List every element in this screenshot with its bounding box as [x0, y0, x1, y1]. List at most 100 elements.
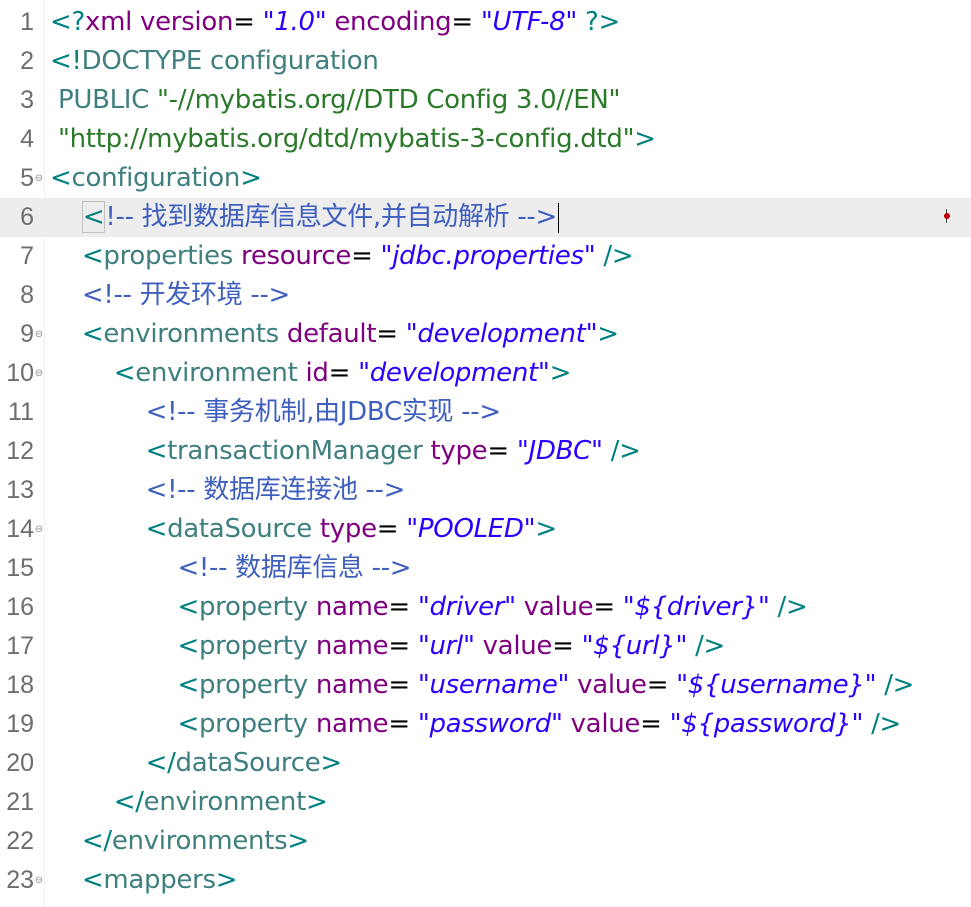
code-line[interactable]: 1 <?xml version= "1.0" encoding= "UTF-8" … [0, 3, 971, 42]
code-line[interactable]: 5 ⊖ <configuration> [0, 159, 971, 198]
code-line[interactable]: 18 <property name= "username" value= "${… [0, 666, 971, 705]
fold-toggle-icon[interactable]: ⊖ [34, 315, 44, 354]
code-text[interactable]: </environment> [50, 783, 328, 822]
code-text[interactable]: <configuration> [50, 159, 262, 198]
token-bracket: > [287, 826, 309, 856]
code-line[interactable]: 8 <!-- 开发环境 --> [0, 276, 971, 315]
code-text[interactable]: <!DOCTYPE configuration [50, 42, 379, 81]
token-val: "UTF-8" [480, 7, 577, 37]
code-line[interactable]: 19 <property name= "password" value= "${… [0, 705, 971, 744]
code-line[interactable]: 2 <!DOCTYPE configuration [0, 42, 971, 81]
token-comment: !-- 找到数据库信息文件,并自动解析 --> [105, 202, 557, 232]
code-text[interactable]: <?xml version= "1.0" encoding= "UTF-8" ?… [50, 3, 620, 42]
token-eq [569, 670, 577, 700]
code-line[interactable]: 11 <!-- 事务机制,由JDBC实现 --> [0, 393, 971, 432]
code-line[interactable]: 12 <transactionManager type= "JDBC" /> [0, 432, 971, 471]
token-eq: = [388, 592, 418, 622]
code-text[interactable]: "http://mybatis.org/dtd/mybatis-3-config… [50, 120, 656, 159]
token-pi: xml [85, 7, 141, 37]
line-number: 9 [20, 320, 34, 348]
code-line[interactable]: 15 <!-- 数据库信息 --> [0, 549, 971, 588]
code-text[interactable]: <!-- 数据库连接池 --> [50, 471, 406, 510]
code-text[interactable]: <environment id= "development"> [50, 354, 572, 393]
code-text[interactable]: <mappers> [50, 861, 238, 900]
code-text[interactable]: </dataSource> [50, 744, 343, 783]
fold-toggle-icon[interactable]: ⊖ [34, 159, 44, 198]
code-line[interactable]: 17 <property name= "url" value= "${url}"… [0, 627, 971, 666]
code-line[interactable]: 9 ⊖ <environments default= "development"> [0, 315, 971, 354]
token-eq [50, 592, 177, 622]
token-val: "POOLED" [406, 514, 536, 544]
xml-editor[interactable]: 1 <?xml version= "1.0" encoding= "UTF-8" … [0, 0, 971, 907]
token-eq [863, 709, 871, 739]
code-line[interactable]: 23 ⊖ <mappers> [0, 861, 971, 900]
code-text[interactable]: PUBLIC "-//mybatis.org//DTD Config 3.0//… [50, 81, 621, 120]
code-text[interactable]: <properties resource= "jdbc.properties" … [50, 237, 634, 276]
token-attr: version [140, 7, 234, 37]
fold-toggle-icon[interactable]: ⊖ [34, 354, 44, 393]
code-text[interactable]: <!-- 事务机制,由JDBC实现 --> [50, 393, 502, 432]
token-bracket: /> [871, 709, 902, 739]
code-line[interactable]: 20 </dataSource> [0, 744, 971, 783]
token-doctype: DOCTYPE configuration [81, 46, 379, 76]
token-tag: dataSource [175, 748, 321, 778]
code-text[interactable]: <environments default= "development"> [50, 315, 619, 354]
token-eq [50, 631, 177, 661]
token-tag: environments [103, 319, 287, 349]
token-tag: environments [111, 826, 288, 856]
code-text[interactable]: <!-- 开发环境 --> [50, 276, 290, 315]
code-text[interactable]: <property name= "url" value= "${url}" /> [50, 627, 725, 666]
token-eq: = [388, 670, 418, 700]
token-bracket: < [81, 865, 104, 895]
code-text[interactable]: <dataSource type= "POOLED"> [50, 510, 558, 549]
code-line[interactable]: 14 ⊖ <dataSource type= "POOLED"> [0, 510, 971, 549]
fold-toggle-icon[interactable]: ⊖ [34, 861, 44, 900]
code-text[interactable]: </environments> [50, 822, 309, 861]
token-eq: = [646, 670, 677, 700]
code-line[interactable]: 7 <properties resource= "jdbc.properties… [0, 237, 971, 276]
code-text[interactable]: <!-- 找到数据库信息文件,并自动解析 --> [50, 198, 559, 237]
token-tag: transactionManager [167, 436, 431, 466]
code-line[interactable]: 4 "http://mybatis.org/dtd/mybatis-3-conf… [0, 120, 971, 159]
code-line[interactable]: 16 <property name= "driver" value= "${dr… [0, 588, 971, 627]
token-tag: PUBLIC [50, 85, 157, 115]
token-val: "${password}" [669, 709, 864, 739]
token-eq: = [376, 319, 406, 349]
code-text[interactable]: <property name= "password" value= "${pas… [50, 705, 901, 744]
code-line[interactable]: 3 PUBLIC "-//mybatis.org//DTD Config 3.0… [0, 81, 971, 120]
line-number: 17 [6, 632, 34, 660]
code-text[interactable]: <property name= "driver" value= "${drive… [50, 588, 807, 627]
token-eq [50, 553, 177, 583]
code-text[interactable]: <property name= "username" value= "${use… [50, 666, 914, 705]
token-attr: encoding [334, 7, 452, 37]
token-eq: = [388, 631, 418, 661]
token-val: "url" [417, 631, 475, 661]
token-bracket: < [177, 592, 199, 622]
token-tag: dataSource [167, 514, 320, 544]
token-eq: = [451, 7, 481, 37]
token-eq [50, 280, 82, 310]
token-tag: environment [135, 358, 306, 388]
token-bracket: /> [777, 592, 808, 622]
token-eq [50, 826, 82, 856]
token-eq [475, 631, 483, 661]
breakpoint-marker-icon[interactable] [943, 209, 951, 223]
token-attr: value [482, 631, 553, 661]
code-line[interactable]: 13 <!-- 数据库连接池 --> [0, 471, 971, 510]
token-eq: = [593, 592, 623, 622]
code-text[interactable]: <transactionManager type= "JDBC" /> [50, 432, 641, 471]
code-text[interactable]: <!-- 数据库信息 --> [50, 549, 411, 588]
matched-bracket: < [81, 201, 106, 233]
token-bracket: </ [145, 748, 176, 778]
token-comment: <!-- 事务机制,由JDBC实现 --> [145, 397, 502, 427]
line-number: 18 [6, 671, 34, 699]
code-line[interactable]: 21 </environment> [0, 783, 971, 822]
token-bracket: > [240, 163, 262, 193]
code-line[interactable]: 6 <!-- 找到数据库信息文件,并自动解析 --> [0, 198, 971, 237]
fold-toggle-icon[interactable]: ⊖ [34, 510, 44, 549]
code-line[interactable]: 10 ⊖ <environment id= "development"> [0, 354, 971, 393]
token-eq [50, 202, 82, 232]
token-eq [516, 592, 524, 622]
code-line[interactable]: 22 </environments> [0, 822, 971, 861]
line-number: 6 [20, 203, 34, 231]
